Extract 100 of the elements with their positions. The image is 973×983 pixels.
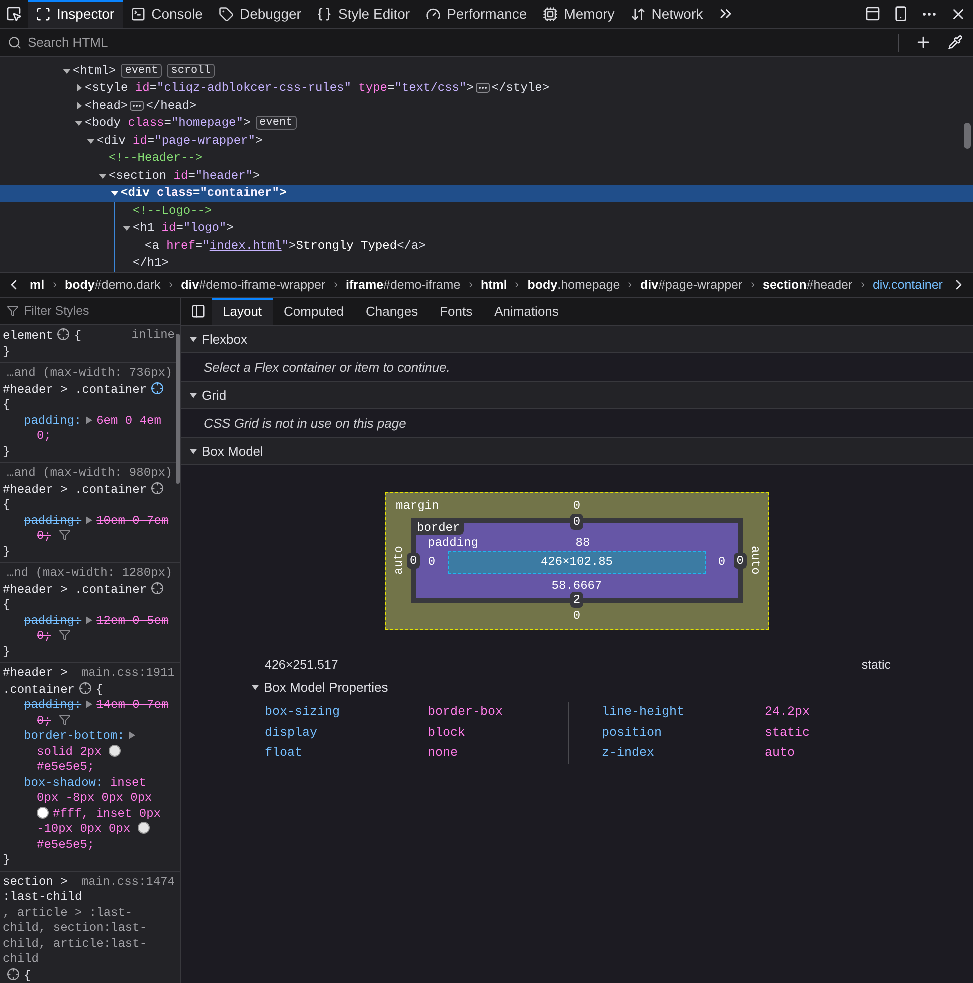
filter-icon[interactable] [59, 629, 72, 641]
crosshair-icon[interactable] [7, 968, 20, 980]
triangle-icon[interactable] [189, 334, 198, 344]
markup-line[interactable]: <html> event scroll [0, 62, 973, 80]
sidebar-tab[interactable]: Layout [212, 298, 274, 325]
twisty-icon[interactable] [74, 100, 84, 111]
crosshair-icon[interactable] [151, 382, 164, 394]
sidebar-tab[interactable]: Changes [355, 298, 430, 325]
ellipsis-icon[interactable] [130, 100, 144, 111]
markup-line[interactable]: <body class="homepage"> event [0, 114, 973, 132]
breadcrumb[interactable]: html [479, 278, 510, 292]
section-header[interactable]: Grid [181, 382, 973, 409]
property-value[interactable]: static [765, 726, 905, 740]
crosshair-icon[interactable] [151, 482, 164, 494]
source-link[interactable]: main.css:1911 [81, 666, 175, 682]
filter-field[interactable]: Filter Styles [0, 298, 180, 324]
breadcrumb[interactable]: div#page-wrapper [638, 278, 745, 292]
expander-icon[interactable] [84, 416, 93, 424]
expander-icon[interactable] [128, 731, 136, 740]
sidebar-tab[interactable]: Fonts [429, 298, 484, 325]
breadcrumb[interactable]: div.container [870, 278, 945, 292]
box-value[interactable]: auto [748, 546, 762, 575]
box-value[interactable]: 58.6667 [552, 579, 602, 593]
breadcrumb[interactable]: body.homepage [526, 278, 622, 292]
box-value[interactable]: 2 [570, 592, 584, 608]
section-header[interactable]: Box Model [181, 438, 973, 465]
filter-icon[interactable] [59, 529, 72, 541]
devtools-tab[interactable]: Inspector [28, 0, 123, 28]
crosshair-icon[interactable] [57, 328, 70, 341]
markup-line[interactable]: <a href="index.html">Strongly Typed</a> [0, 237, 973, 254]
breadcrumb[interactable]: body#demo.dark [62, 278, 163, 292]
css-declaration[interactable]: box-shadow: inset 0px -8px 0px 0px #fff, inset 0px -10px 0px 0px #e5e5e5; [3, 776, 172, 853]
filter-input[interactable]: Filter Styles [22, 303, 162, 319]
markup-line[interactable]: <head> </head> [0, 97, 973, 114]
box-value[interactable]: 0 [428, 555, 436, 569]
css-declaration[interactable]: padding: 10em 0 7em 0; [3, 514, 172, 544]
box-value[interactable]: auto [392, 546, 406, 575]
property-value[interactable]: border-box [428, 705, 568, 720]
color-swatch[interactable] [109, 744, 122, 756]
ellipsis-icon[interactable] [476, 83, 490, 94]
breadcrumb[interactable]: div#demo-iframe-wrapper [179, 278, 328, 292]
properties-header[interactable]: Box Model Properties [251, 680, 973, 695]
devtools-tab[interactable]: Console [122, 0, 211, 28]
sidebar-tab[interactable]: Computed [273, 298, 356, 325]
twisty-icon[interactable] [110, 188, 120, 198]
filter-icon[interactable] [59, 714, 72, 726]
property-value[interactable]: 24.2px [765, 705, 905, 720]
event-badge[interactable]: event [256, 116, 297, 130]
twisty-icon[interactable] [122, 223, 132, 234]
scrollbar-thumb[interactable] [964, 123, 971, 149]
crosshair-icon[interactable] [79, 682, 92, 694]
event-badge[interactable]: event [121, 64, 162, 78]
css-declaration[interactable]: padding: 14em 0 7em 0; [3, 698, 172, 729]
markup-line[interactable]: <!--Header--> [0, 150, 973, 167]
box-value[interactable]: 0 [573, 498, 581, 512]
triangle-icon[interactable] [251, 683, 260, 692]
box-value[interactable]: 0 [734, 552, 747, 568]
section-header[interactable]: Flexbox [181, 326, 973, 353]
color-swatch[interactable] [37, 806, 49, 818]
box-value[interactable]: 88 [576, 537, 590, 550]
breadcrumb[interactable]: iframe#demo-iframe [344, 278, 463, 292]
devtools-tab[interactable]: Debugger [210, 0, 310, 28]
scrollbar-thumb[interactable] [176, 334, 180, 484]
devtools-tab[interactable]: Network [622, 0, 712, 28]
crosshair-icon[interactable] [151, 582, 164, 594]
section-title: Box Model Properties [264, 680, 388, 695]
markup-line[interactable]: </h1> [0, 254, 973, 272]
source-link[interactable]: inline [132, 328, 175, 344]
triangle-icon[interactable] [189, 390, 198, 400]
expander-icon[interactable] [84, 516, 93, 524]
markup-line[interactable]: <h1 id="logo"> [0, 220, 973, 237]
expander-icon[interactable] [84, 700, 93, 709]
box-value[interactable]: 0 [570, 514, 584, 530]
markup-line[interactable]: <div id="page-wrapper"> [0, 132, 973, 150]
box-value[interactable]: 0 [718, 555, 726, 569]
breadcrumb[interactable]: ml [28, 278, 47, 292]
css-declaration[interactable]: padding: 12em 0 5em 0; [3, 614, 172, 644]
event-badge[interactable]: scroll [167, 64, 215, 78]
property-value[interactable]: auto [765, 746, 905, 760]
css-declaration[interactable]: padding: 6em 0 4em 0; [3, 414, 172, 444]
css-declaration[interactable]: border-bottom: solid 2px #e5e5e5; [3, 729, 172, 776]
twisty-icon[interactable] [74, 83, 84, 94]
source-link[interactable]: main.css:1474 [81, 874, 175, 890]
devtools-tab[interactable]: Style Editor [309, 0, 418, 28]
color-swatch[interactable] [138, 822, 150, 834]
box-value[interactable]: 0 [407, 552, 420, 568]
twisty-icon[interactable] [74, 118, 84, 128]
property-value[interactable]: none [428, 746, 568, 760]
sidebar-tab[interactable]: Animations [484, 298, 570, 325]
expander-icon[interactable] [84, 616, 93, 624]
brace: { [3, 598, 10, 612]
box-value[interactable]: 0 [573, 609, 581, 623]
markup-line[interactable]: <section id="header"> [0, 167, 973, 184]
markup-line[interactable]: <!--Logo--> [0, 202, 973, 220]
devtools-tab[interactable]: Memory [535, 0, 623, 28]
property-value[interactable]: block [428, 726, 568, 740]
triangle-icon[interactable] [189, 446, 198, 456]
breadcrumb[interactable]: section#header [761, 278, 855, 292]
devtools-tab[interactable]: Performance [418, 0, 536, 28]
markup-line[interactable]: <style id="cliqz-adblokcer-css-rules" type="text/css"> </style> [0, 80, 973, 97]
